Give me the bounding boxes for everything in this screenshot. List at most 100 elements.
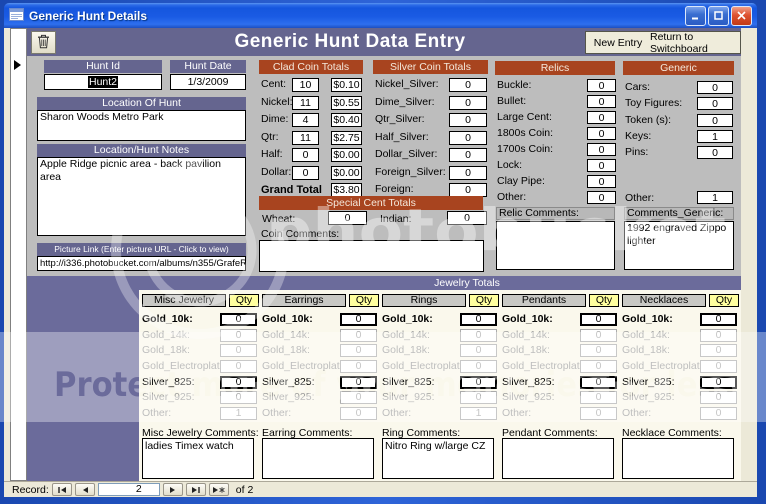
- jewelry-qty-field[interactable]: 0: [340, 344, 377, 358]
- clad-qty-field[interactable]: 0: [292, 165, 319, 180]
- jewelry-qty-field[interactable]: 0: [460, 328, 497, 342]
- clad-qty-field[interactable]: 4: [292, 113, 319, 127]
- jewelry-qty-field[interactable]: 0: [220, 360, 257, 374]
- jewelry-qty-field[interactable]: 0: [220, 375, 257, 389]
- window-titlebar[interactable]: Generic Hunt Details: [4, 3, 757, 28]
- jewelry-qty-field[interactable]: 0: [220, 344, 257, 358]
- jewelry-qty-field[interactable]: 1: [460, 407, 497, 421]
- generic-qty-field[interactable]: 1: [697, 129, 733, 143]
- record-selector[interactable]: [10, 28, 27, 481]
- jewelry-qty-field[interactable]: 0: [700, 375, 737, 389]
- jewelry-qty-field[interactable]: 0: [580, 313, 617, 326]
- jewelry-qty-field[interactable]: 0: [460, 360, 497, 374]
- silver-qty-field[interactable]: 0: [449, 130, 487, 145]
- jewelry-row: Silver_925: 0: [382, 391, 499, 407]
- jewelry-qty-field[interactable]: 0: [460, 375, 497, 389]
- wheat-field[interactable]: 0: [328, 211, 367, 225]
- jewelry-qty-field[interactable]: 0: [340, 328, 377, 342]
- relic-qty-field[interactable]: 0: [587, 111, 616, 124]
- record-last-button[interactable]: [185, 483, 206, 496]
- record-new-button[interactable]: [208, 483, 229, 496]
- jewelry-qty-field[interactable]: 0: [460, 391, 497, 405]
- jewelry-comments-field[interactable]: [622, 438, 734, 479]
- relic-qty-field[interactable]: 0: [587, 79, 616, 92]
- jewelry-comments-field[interactable]: [262, 438, 374, 479]
- generic-qty-field[interactable]: 0: [697, 81, 733, 94]
- jewelry-qty-field[interactable]: 0: [220, 391, 257, 405]
- jewelry-row-label: Gold_14k:: [622, 328, 670, 341]
- jewelry-qty-field[interactable]: 0: [460, 313, 497, 326]
- record-next-button[interactable]: [162, 483, 183, 496]
- jewelry-qty-field[interactable]: 0: [340, 407, 377, 421]
- silver-qty-field[interactable]: 0: [449, 113, 487, 127]
- jewelry-qty-field[interactable]: 0: [700, 360, 737, 374]
- clad-qty-field[interactable]: 10: [292, 78, 319, 92]
- clad-amount-field[interactable]: $0.55: [331, 95, 362, 110]
- jewelry-qty-field[interactable]: 0: [580, 391, 617, 405]
- relic-qty-field[interactable]: 0: [587, 191, 616, 204]
- jewelry-qty-field[interactable]: 1: [220, 407, 257, 421]
- generic-comments-field[interactable]: 1992 engraved Zippo lighter: [624, 221, 734, 270]
- return-to-switchboard-button[interactable]: Return to Switchboard: [650, 31, 741, 55]
- silver-qty-field[interactable]: 0: [449, 95, 487, 110]
- clad-amount-field[interactable]: $0.00: [331, 165, 362, 180]
- jewelry-qty-field[interactable]: 0: [580, 375, 617, 389]
- jewelry-qty-field[interactable]: 0: [220, 328, 257, 342]
- jewelry-qty-field[interactable]: 0: [340, 375, 377, 389]
- relic-qty-field[interactable]: 0: [587, 95, 616, 108]
- jewelry-qty-field[interactable]: 0: [580, 328, 617, 342]
- silver-qty-field[interactable]: 0: [449, 183, 487, 197]
- generic-qty-field[interactable]: 0: [697, 113, 733, 127]
- new-entry-button[interactable]: New Entry: [585, 31, 651, 54]
- jewelry-comments-field[interactable]: Nitro Ring w/large CZ: [382, 438, 494, 479]
- clad-qty-field[interactable]: 0: [292, 148, 319, 162]
- clad-amount-field[interactable]: $2.75: [331, 130, 362, 145]
- jewelry-qty-field[interactable]: 0: [700, 344, 737, 358]
- delete-record-button[interactable]: [31, 31, 56, 54]
- relic-qty-field[interactable]: 0: [587, 159, 616, 172]
- generic-qty-field[interactable]: 0: [697, 97, 733, 111]
- silver-qty-field[interactable]: 0: [449, 165, 487, 180]
- relic-comments-field[interactable]: [496, 221, 615, 270]
- jewelry-qty-field[interactable]: 0: [460, 344, 497, 358]
- clad-qty-field[interactable]: 11: [292, 95, 319, 110]
- jewelry-qty-field[interactable]: 0: [340, 391, 377, 405]
- silver-qty-field[interactable]: 0: [449, 78, 487, 92]
- clad-amount-field[interactable]: $0.10: [331, 78, 362, 92]
- hunt-date-field[interactable]: 1/3/2009: [170, 74, 246, 90]
- record-number-field[interactable]: 2: [97, 483, 160, 496]
- jewelry-comments-field[interactable]: [502, 438, 614, 479]
- hunt-id-field[interactable]: Hunt2: [44, 74, 162, 90]
- record-first-button[interactable]: [51, 483, 72, 496]
- silver-qty-field[interactable]: 0: [449, 148, 487, 162]
- clad-amount-field[interactable]: $0.40: [331, 113, 362, 127]
- picture-link-field[interactable]: http://i336.photobucket.com/albums/n355/…: [37, 256, 246, 271]
- grand-total-field[interactable]: $3.80: [331, 183, 362, 197]
- jewelry-qty-field[interactable]: 0: [340, 360, 377, 374]
- relic-qty-field[interactable]: 0: [587, 175, 616, 188]
- jewelry-qty-field[interactable]: 0: [580, 407, 617, 421]
- jewelry-qty-field[interactable]: 0: [580, 344, 617, 358]
- clad-amount-field[interactable]: $0.00: [331, 148, 362, 162]
- record-prev-button[interactable]: [74, 483, 95, 496]
- relic-qty-field[interactable]: 0: [587, 143, 616, 156]
- relic-qty-field[interactable]: 0: [587, 127, 616, 140]
- minimize-button[interactable]: [685, 5, 706, 26]
- jewelry-qty-field[interactable]: 0: [580, 360, 617, 374]
- generic-qty-field[interactable]: 0: [697, 146, 733, 160]
- coin-comments-field[interactable]: [259, 240, 484, 272]
- maximize-button[interactable]: [708, 5, 729, 26]
- notes-field[interactable]: Apple Ridge picnic area - back pavilion …: [37, 157, 246, 236]
- jewelry-qty-field[interactable]: 0: [340, 313, 377, 326]
- jewelry-qty-field[interactable]: 0: [700, 313, 737, 326]
- jewelry-qty-field[interactable]: 0: [700, 391, 737, 405]
- clad-qty-field[interactable]: 11: [292, 130, 319, 145]
- jewelry-qty-field[interactable]: 0: [220, 313, 257, 326]
- jewelry-comments-field[interactable]: ladies Timex watch: [142, 438, 254, 479]
- close-button[interactable]: [731, 5, 752, 26]
- jewelry-qty-field[interactable]: 0: [700, 328, 737, 342]
- generic-other-field[interactable]: 1: [697, 191, 733, 204]
- jewelry-qty-field[interactable]: 0: [700, 407, 737, 421]
- location-field[interactable]: Sharon Woods Metro Park: [37, 110, 246, 141]
- indian-field[interactable]: 0: [447, 211, 487, 225]
